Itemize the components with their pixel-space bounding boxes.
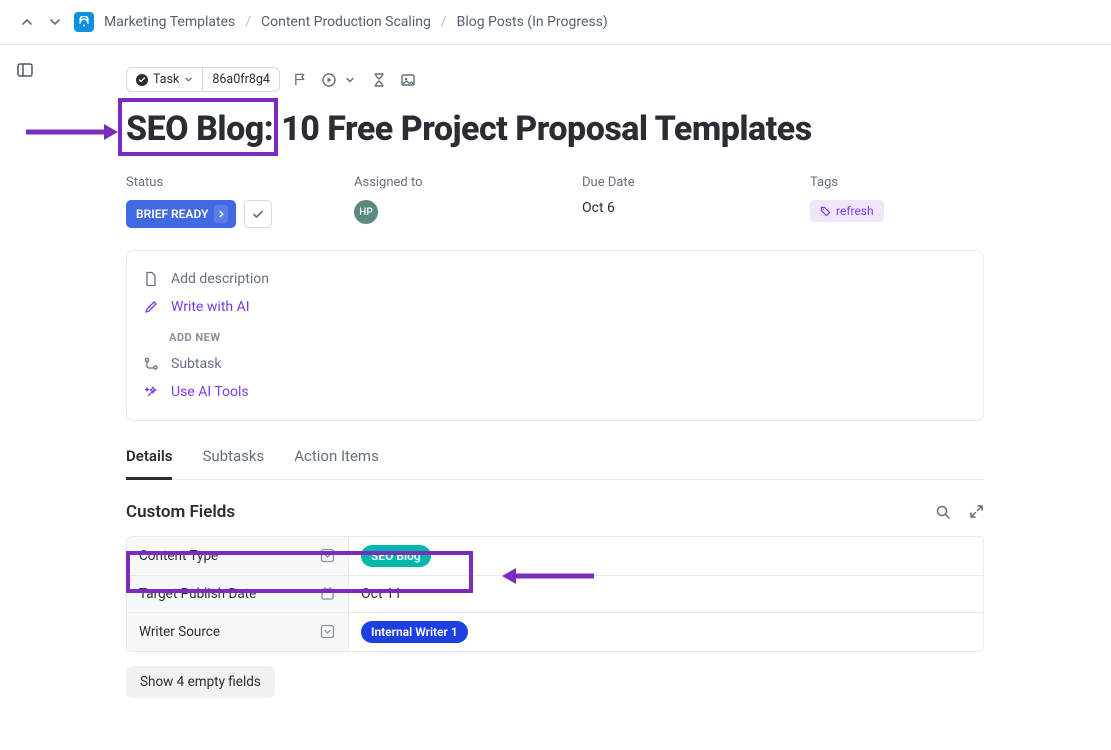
add-new-heading: ADD NEW [143,321,967,350]
custom-field-name: Content Type [139,548,218,564]
breadcrumb-item[interactable]: Blog Posts (In Progress) [457,14,608,30]
breadcrumb-bar: Marketing Templates / Content Production… [0,0,1111,45]
status-value: BRIEF READY [136,207,208,221]
breadcrumb-item[interactable]: Content Production Scaling [261,14,431,30]
chevron-down-icon [184,75,193,84]
status-next-icon[interactable] [214,205,228,223]
status-badge[interactable]: BRIEF READY [126,200,236,228]
play-circle-icon[interactable] [321,71,338,88]
expand-icon[interactable] [969,504,984,520]
task-title[interactable]: SEO Blog: 10 Free Project Proposal Templ… [126,110,1111,149]
pencil-icon [143,299,159,315]
custom-field-name: Target Publish Date [139,586,256,602]
tags-label: Tags [810,175,1030,190]
subtask-label: Subtask [171,356,221,372]
custom-field-row: Target Publish Date Oct 11 [127,576,983,613]
task-type-pill[interactable]: Task 86a0fr8g4 [126,67,280,92]
subtask-icon [143,356,159,372]
tag-chip[interactable]: refresh [810,200,884,222]
custom-field-name-cell[interactable]: Content Type [127,537,349,575]
complete-button[interactable] [244,200,272,228]
status-label: Status [126,175,346,190]
nav-up-icon[interactable] [18,13,36,31]
assignee-avatar[interactable]: HP [354,200,378,224]
nav-down-icon[interactable] [46,13,64,31]
task-meta-row: Status BRIEF READY Assigned to HP Due Da… [126,175,1111,228]
custom-field-name: Writer Source [139,624,220,640]
tabs: Details Subtasks Action Items [126,447,984,480]
show-empty-fields-button[interactable]: Show 4 empty fields [126,666,275,698]
due-date-value[interactable]: Oct 6 [582,200,802,216]
task-type-label: Task [153,72,179,87]
due-date-label: Due Date [582,175,802,190]
custom-fields-title: Custom Fields [126,502,235,522]
custom-field-row: Writer Source Internal Writer 1 [127,613,983,651]
workspace-icon[interactable] [74,12,94,32]
magic-wand-icon [143,384,159,400]
chevron-down-icon[interactable] [342,71,359,88]
hourglass-icon[interactable] [371,71,388,88]
ai-tools-label: Use AI Tools [171,384,249,400]
calendar-field-icon [320,586,336,602]
add-description-label: Add description [171,271,269,287]
tab-details[interactable]: Details [126,447,172,480]
task-status-dot-icon [136,74,148,86]
ai-tools-row[interactable]: Use AI Tools [143,378,967,406]
custom-fields-table: Content Type SEO Blog Target Publish Dat… [126,536,984,652]
write-with-ai-row[interactable]: Write with AI [143,293,967,321]
dropdown-field-icon [320,624,336,640]
custom-field-value-cell[interactable]: SEO Blog [349,537,983,575]
assigned-label: Assigned to [354,175,574,190]
custom-field-value-cell[interactable]: Oct 11 [349,576,983,612]
breadcrumb-item[interactable]: Marketing Templates [104,14,235,30]
flag-icon[interactable] [292,71,309,88]
target-publish-date-value: Oct 11 [361,586,402,602]
custom-field-value-cell[interactable]: Internal Writer 1 [349,613,983,651]
search-icon[interactable] [935,504,951,520]
content-type-chip: SEO Blog [361,545,431,567]
breadcrumb-separator: / [245,14,251,30]
document-icon [143,271,159,287]
custom-field-name-cell[interactable]: Writer Source [127,613,349,651]
breadcrumb-separator: / [441,14,447,30]
tab-subtasks[interactable]: Subtasks [202,447,264,479]
tab-action-items[interactable]: Action Items [294,447,379,479]
writer-source-chip: Internal Writer 1 [361,621,468,643]
write-with-ai-label: Write with AI [171,299,250,315]
custom-field-row: Content Type SEO Blog [127,537,983,576]
task-id[interactable]: 86a0fr8g4 [212,72,270,87]
task-toolbar: Task 86a0fr8g4 [126,67,1111,92]
sidebar-toggle-icon[interactable] [16,61,34,79]
description-box: Add description Write with AI ADD NEW Su… [126,250,984,421]
custom-field-name-cell[interactable]: Target Publish Date [127,576,349,612]
custom-fields-header: Custom Fields [126,502,984,522]
add-description-row[interactable]: Add description [143,265,967,293]
image-icon[interactable] [400,71,417,88]
dropdown-field-icon [320,548,336,564]
subtask-row[interactable]: Subtask [143,350,967,378]
tag-value: refresh [836,204,874,218]
tag-icon [820,206,831,217]
